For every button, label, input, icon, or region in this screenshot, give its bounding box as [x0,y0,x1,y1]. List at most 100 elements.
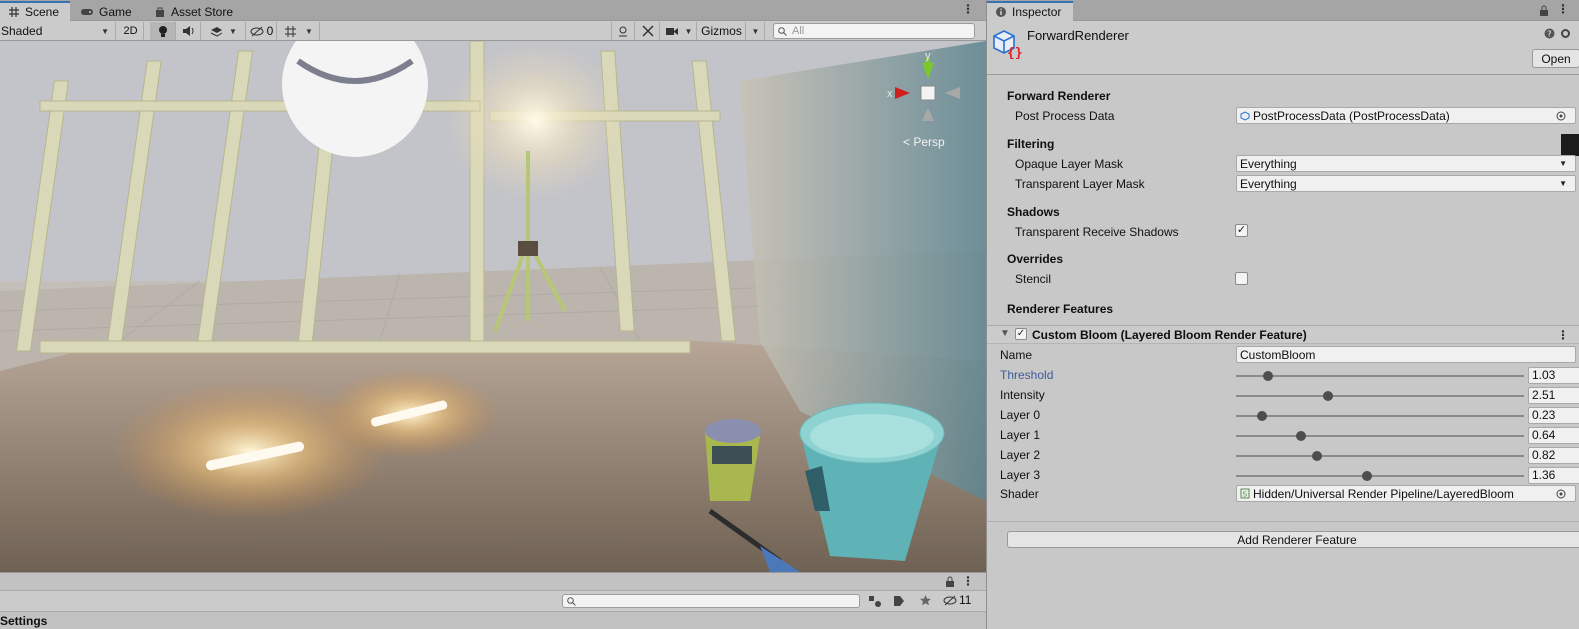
section-renderer-features: Renderer Features [1007,302,1114,316]
bottom-hidden-toggle[interactable]: 11 [943,593,971,607]
tab-scene[interactable]: Scene [0,1,70,21]
projection-label[interactable]: < Persp [903,135,945,149]
scene-viewport[interactable]: y x < Persp [0,41,986,572]
grid-icon [285,25,297,37]
section-shadows: Shadows [1007,205,1060,219]
transparent-mask-value: Everything [1240,176,1297,191]
add-renderer-feature-label: Add Renderer Feature [1237,532,1357,547]
audio-toggle[interactable] [177,22,201,40]
slider-track[interactable] [1236,391,1524,401]
slider-value-input[interactable]: 0.23 [1528,407,1579,424]
scene-illustration: y x < Persp [0,41,986,572]
foldout-triangle-icon[interactable]: ▼ [1000,328,1010,339]
tab-game[interactable]: Game [72,2,140,21]
toggle-2d-button[interactable]: 2D [118,22,144,40]
transparent-mask-label: Transparent Layer Mask [1015,177,1145,191]
slider-thumb[interactable] [1262,371,1273,381]
gear-icon[interactable] [1560,28,1571,39]
slider-value-input[interactable]: 1.36 [1528,467,1579,484]
slider-value-input[interactable]: 0.82 [1528,447,1579,464]
object-picker-icon[interactable] [1556,111,1566,121]
slider-track[interactable] [1236,431,1524,441]
speaker-icon [183,26,194,36]
gizmos-button[interactable]: Gizmos [698,22,746,40]
eye-slash-icon [250,26,264,36]
opaque-mask-label: Opaque Layer Mask [1015,157,1124,171]
info-icon [996,7,1006,17]
chevron-down-icon: ▼ [101,26,109,36]
help-icon[interactable]: ? [1544,28,1555,39]
effects-dropdown[interactable]: ▼ [202,22,246,40]
grid-snap-dropdown[interactable]: ▼ [278,22,320,40]
star-icon[interactable] [919,594,932,607]
feature-name-input[interactable]: CustomBloom [1236,346,1576,363]
slider-thumb[interactable] [1311,451,1322,461]
lighting-toggle[interactable] [150,22,176,40]
scene-search-input[interactable]: All [773,23,975,39]
camera-search-icon [619,26,627,37]
slider-track[interactable] [1236,371,1524,381]
separator [987,521,1579,522]
slider-track[interactable] [1236,411,1524,421]
bottom-panel: ⋮ 11 Settings [0,572,986,629]
tab-asset-store-label: Asset Store [171,4,234,19]
scene-camera-button[interactable] [611,22,635,40]
bottom-search-input[interactable] [562,594,860,608]
feature-menu-icon[interactable]: ⋮ [1557,329,1569,341]
slider-value-input[interactable]: 1.03 [1528,367,1579,384]
tab-inspector[interactable]: Inspector [987,1,1073,21]
slider-thumb[interactable] [1256,411,1267,421]
tab-asset-store[interactable]: Asset Store [146,2,241,21]
video-camera-icon [665,27,678,35]
shader-icon: S [1240,488,1250,499]
settings-label: Settings [0,614,48,628]
slider-thumb[interactable] [1362,471,1373,481]
open-button[interactable]: Open [1532,49,1579,68]
slider-track[interactable] [1236,471,1524,481]
lock-icon[interactable] [945,576,955,587]
camera-dropdown[interactable]: ▼ [661,22,697,40]
slider-value-input[interactable]: 2.51 [1528,387,1579,404]
lock-icon[interactable] [1539,5,1549,16]
object-picker-icon[interactable] [1556,489,1566,499]
gizmo-axis-x: x [887,88,893,100]
add-renderer-feature-button[interactable]: Add Renderer Feature [1007,531,1579,548]
section-overrides: Overrides [1007,252,1064,266]
bag-icon [156,7,164,17]
hash-icon [9,7,19,17]
gizmo-axis-y: y [925,50,931,62]
tools-button[interactable] [636,22,660,40]
gamepad-icon [81,8,93,15]
slider-value-input[interactable]: 0.64 [1528,427,1579,444]
chevron-down-icon: ▼ [305,26,313,36]
eye-slash-icon [943,595,957,605]
slider-thumb[interactable] [1323,391,1334,401]
opaque-mask-dropdown[interactable]: Everything ▼ [1236,155,1576,172]
slider-thumb[interactable] [1295,431,1306,441]
scene-toolbar: Shaded ▼ 2D ▼ 0 ▼ ▼ Gizmos ▼ All [0,21,986,41]
inspector-menu-icon[interactable]: ⋮ [1557,3,1569,15]
feature-header[interactable]: ▼ ✓ Custom Bloom (Layered Bloom Render F… [987,325,1579,344]
shading-mode-dropdown[interactable]: Shaded ▼ [0,22,116,40]
gizmos-dropdown[interactable]: ▼ [747,22,765,40]
transparent-shadows-checkbox[interactable]: ✓ [1235,224,1248,237]
slider-label: Layer 3 [1000,468,1041,482]
shader-field[interactable]: S Hidden/Universal Render Pipeline/Layer… [1236,485,1576,502]
scene-menu-icon[interactable]: ⋮ [962,3,974,15]
post-process-field[interactable]: PostProcessData (PostProcessData) [1236,107,1576,124]
gizmos-label: Gizmos [701,24,742,38]
tab-inspector-label: Inspector [1012,5,1062,19]
section-forward-renderer: Forward Renderer [1007,89,1111,103]
bottom-panel-menu-icon[interactable]: ⋮ [962,575,974,587]
filter-type-icon[interactable] [868,595,882,608]
post-process-value: PostProcessData (PostProcessData) [1253,108,1450,123]
label-tag-icon[interactable] [893,595,905,607]
stencil-checkbox[interactable] [1235,272,1248,285]
shader-label: Shader [1000,487,1039,501]
transparent-mask-dropdown[interactable]: Everything ▼ [1236,175,1576,192]
scene-tabbar: Scene Game Asset Store ⋮ [0,0,986,21]
lightbulb-icon [158,25,167,37]
hidden-objects-toggle[interactable]: 0 [247,22,277,40]
feature-enabled-checkbox[interactable]: ✓ [1015,328,1027,340]
slider-track[interactable] [1236,451,1524,461]
